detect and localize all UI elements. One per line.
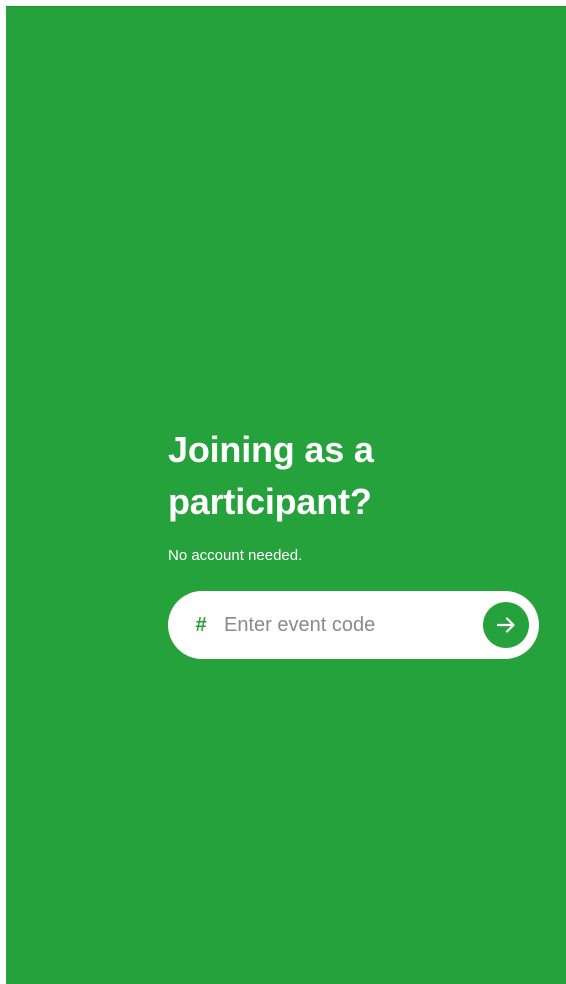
title-line-2: participant? [168, 481, 372, 522]
subtitle: No account needed. [168, 547, 303, 564]
event-code-input[interactable] [224, 605, 474, 645]
page-title: Joining as a participant? [168, 424, 540, 528]
title-line-1: Joining as a [168, 429, 374, 470]
join-screen: Joining as a participant? No account nee… [6, 6, 566, 984]
hash-icon: # [195, 614, 207, 636]
join-panel: Joining as a participant? No account nee… [168, 424, 540, 659]
arrow-right-icon [496, 617, 515, 633]
submit-code-button[interactable] [483, 602, 529, 648]
event-code-form: # [168, 591, 539, 659]
